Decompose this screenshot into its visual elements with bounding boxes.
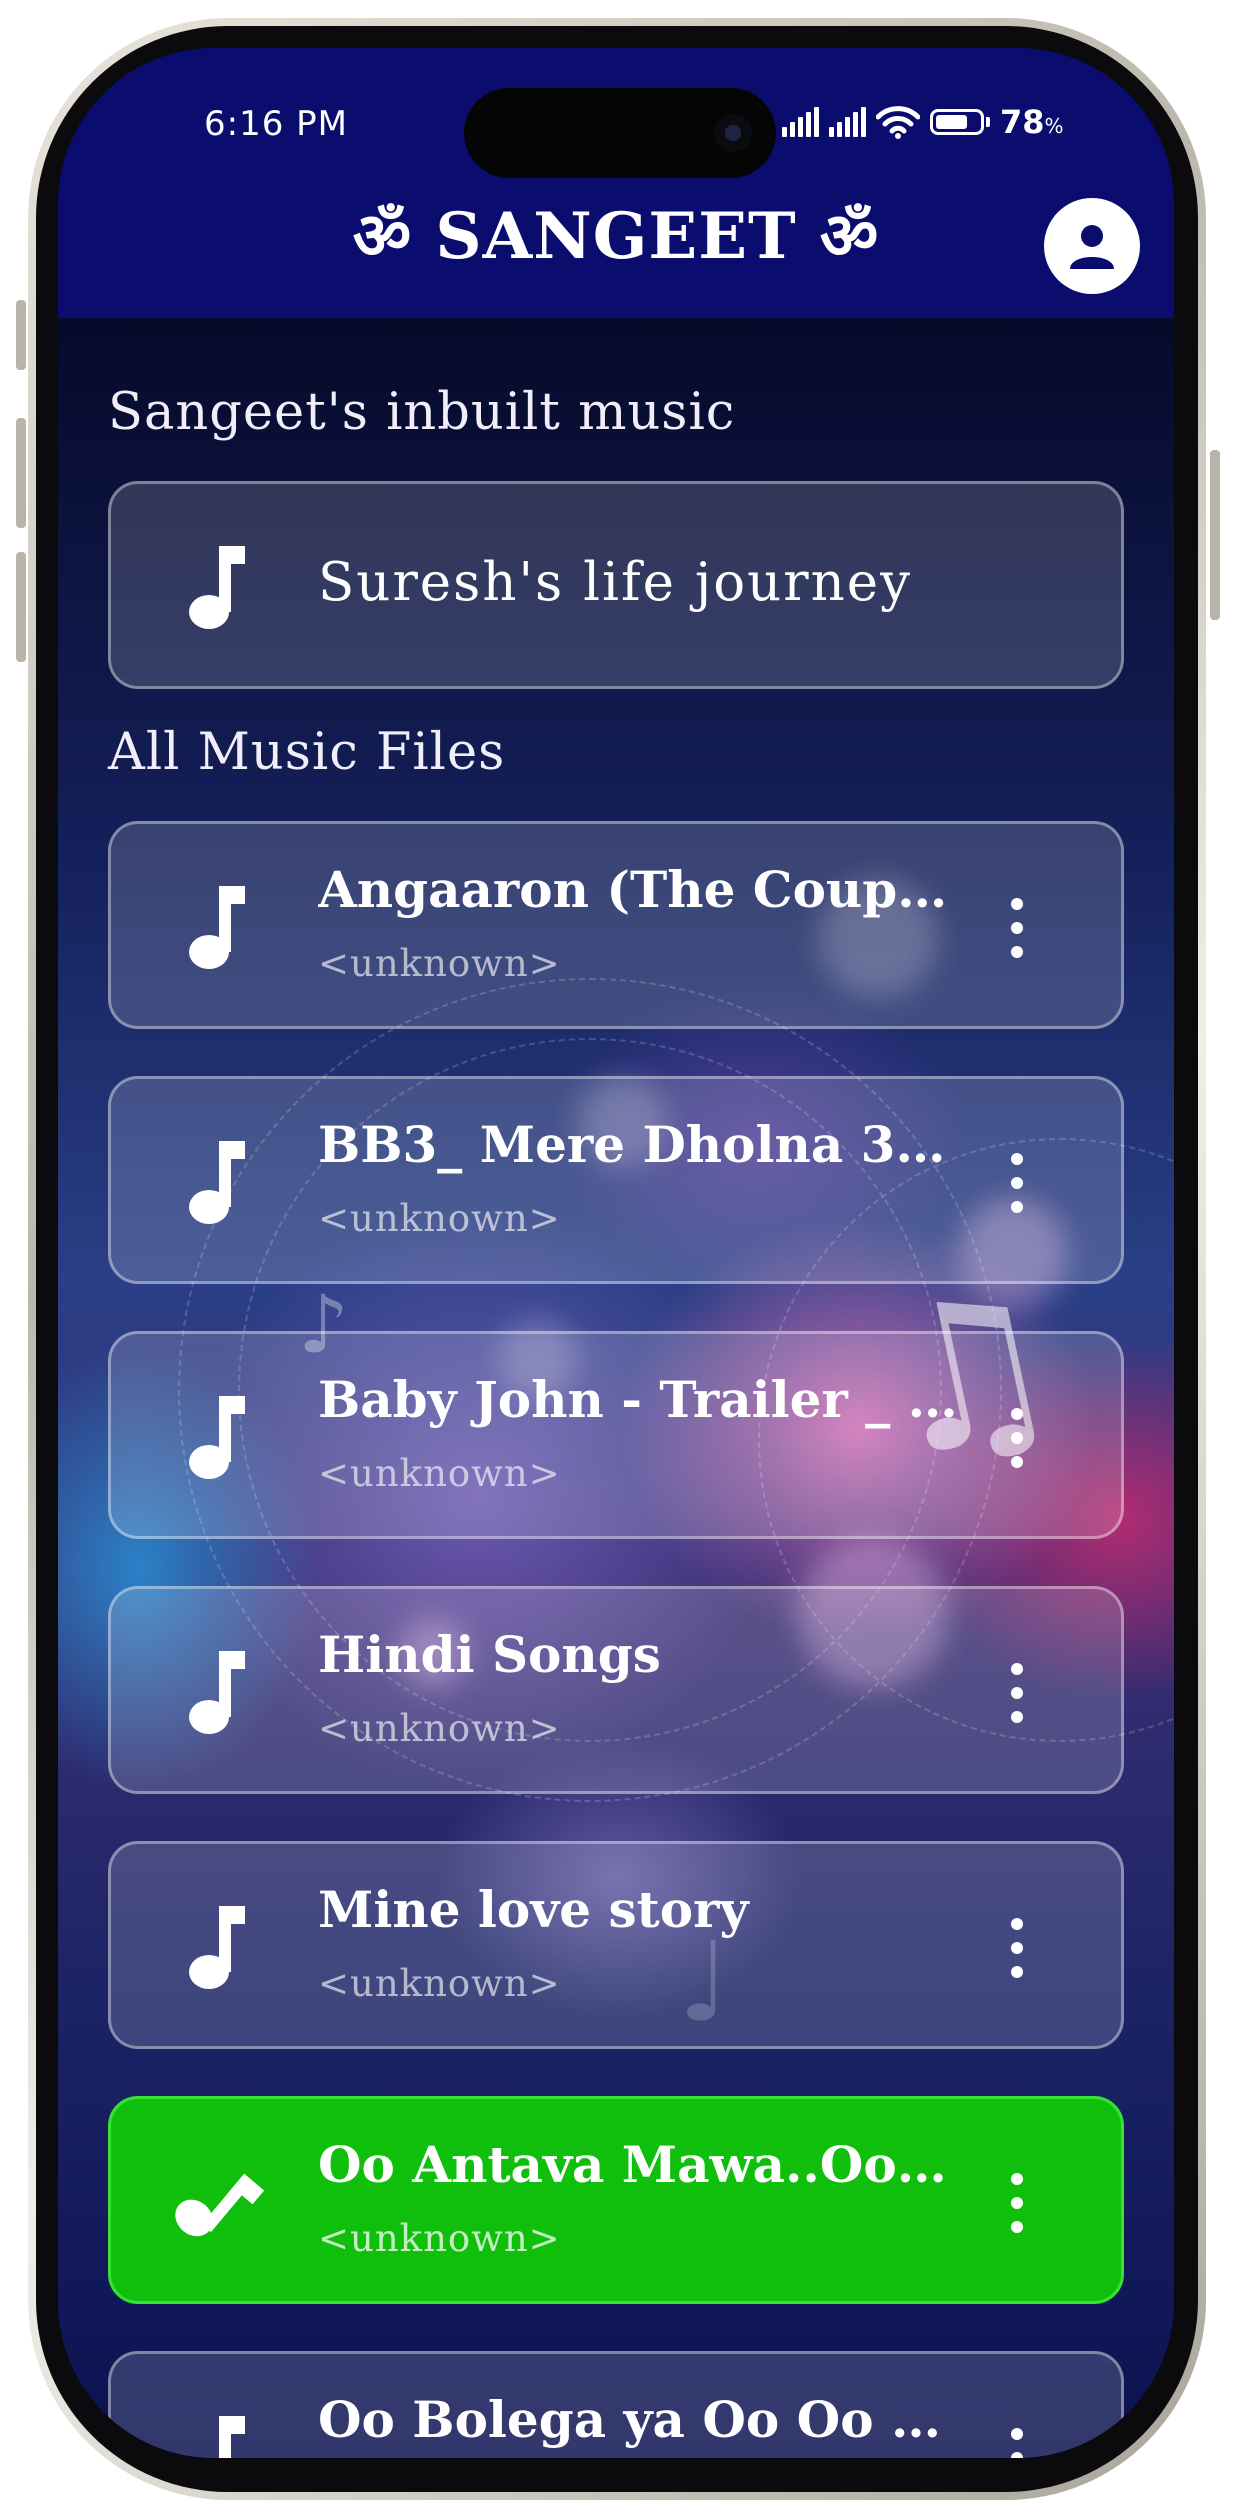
battery-icon [930,109,984,135]
status-indicators: 78% [782,102,1064,142]
music-list-item[interactable]: BB3_ Mere Dholna 3.0 (F... <unknown> [108,1076,1124,1284]
phone-screen: ♫ ♪ ♩ 6:16 PM 78% ॐ SANGEET ॐ Sangeet's … [58,48,1174,2458]
inbuilt-music-item[interactable]: Suresh's life journey [108,481,1124,689]
playing-note-icon [175,2173,265,2237]
more-options-icon[interactable] [997,2428,1037,2458]
power-button [1210,450,1220,620]
more-options-icon[interactable] [997,1918,1037,1978]
song-artist: <unknown> [318,1452,561,1495]
music-list-item[interactable]: Hindi Songs <unknown> [108,1586,1124,1794]
status-time: 6:16 PM [204,104,348,144]
song-artist: <unknown> [318,2217,561,2260]
app-title: ॐ SANGEET ॐ [352,199,880,274]
song-title: Mine love story [318,1880,749,1939]
more-options-icon[interactable] [997,898,1037,958]
music-list-item[interactable]: Baby John - Trailer _ Atl... <unknown> [108,1331,1124,1539]
song-title: Hindi Songs [318,1625,661,1684]
inbuilt-music-heading: Sangeet's inbuilt music [108,383,736,442]
more-options-icon[interactable] [997,1408,1037,1468]
song-title: Baby John - Trailer _ Atl... [318,1370,958,1429]
more-options-icon[interactable] [997,1153,1037,1213]
volume-down-button [16,552,26,662]
wifi-icon [876,106,920,139]
music-list-item-playing[interactable]: Oo Antava Mawa..Oo Oo ... <unknown> [108,2096,1124,2304]
music-note-icon [189,1396,245,1479]
song-artist: <unknown> [318,942,561,985]
account-circle-icon [1070,225,1114,269]
music-note-icon [189,886,245,969]
cellular-signal-icon [782,107,819,137]
music-list-item[interactable]: Mine love story <unknown> [108,1841,1124,2049]
music-note-icon [189,1651,245,1734]
all-music-heading: All Music Files [108,723,506,782]
volume-up-button [16,418,26,528]
music-note-icon [189,1906,245,1989]
music-note-icon [189,1141,245,1224]
music-list-item[interactable]: Angaaron (The Couple S... <unknown> [108,821,1124,1029]
front-camera [714,114,752,152]
music-note-icon [219,2416,245,2458]
action-button [16,300,26,370]
cellular-signal-icon [829,107,866,137]
song-title: BB3_ Mere Dholna 3.0 (F... [318,1115,958,1174]
music-list-item[interactable]: Oo Bolega ya Oo Oo Bole...<unknown> [108,2351,1124,2458]
battery-percent: 78% [1000,103,1064,141]
song-artist: <unknown> [318,1197,561,1240]
more-options-icon[interactable] [997,1663,1037,1723]
song-artist: <unknown> [318,1707,561,1750]
music-note-icon [189,546,245,629]
profile-button[interactable] [1044,198,1140,294]
song-artist: <unknown> [318,1962,561,2005]
inbuilt-item-title: Suresh's life journey [318,552,913,613]
dynamic-island [464,88,776,178]
song-title: Angaaron (The Couple S... [318,860,958,919]
song-title: Oo Bolega ya Oo Oo Bole... [318,2390,958,2449]
more-options-icon[interactable] [997,2173,1037,2233]
song-title: Oo Antava Mawa..Oo Oo ... [318,2135,958,2194]
